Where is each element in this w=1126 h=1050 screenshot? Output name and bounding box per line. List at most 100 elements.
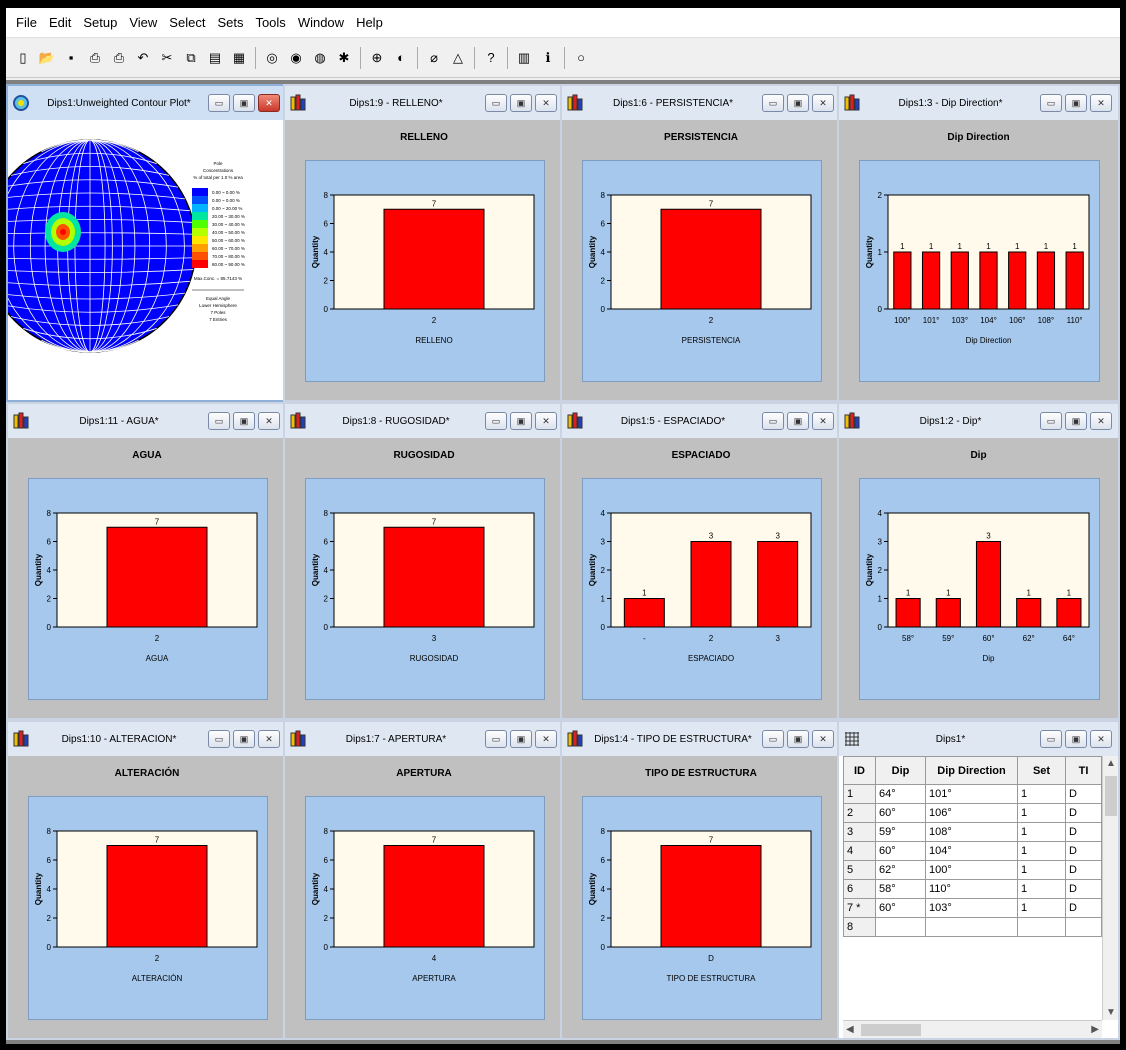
column-header[interactable]: Set xyxy=(1017,756,1066,785)
undo-icon[interactable]: ↶ xyxy=(132,47,154,69)
bar[interactable] xyxy=(623,598,665,628)
stereonet-plot[interactable]: Pole Concentrations % of total per 1.0 % a… xyxy=(0,120,286,400)
grid-cell[interactable]: 1 xyxy=(1017,784,1066,804)
info-icon[interactable]: ℹ xyxy=(537,47,559,69)
minimize-button[interactable]: ▭ xyxy=(1040,412,1062,430)
bar[interactable] xyxy=(1056,598,1082,628)
window-titlebar[interactable]: Dips1:4 - TIPO DE ESTRUCTURA* ▭ ▣ ✕ xyxy=(562,722,840,756)
bar[interactable] xyxy=(950,251,969,310)
bar[interactable] xyxy=(690,541,732,628)
cut-icon[interactable]: ✂ xyxy=(156,47,178,69)
grid-cell[interactable] xyxy=(925,917,1018,937)
maximize-button[interactable]: ▣ xyxy=(787,412,809,430)
grid-cell[interactable]: D xyxy=(1065,879,1102,899)
grid-cell[interactable]: 1 xyxy=(1017,841,1066,861)
menu-file[interactable]: File xyxy=(10,15,43,30)
grid-cell[interactable]: 60° xyxy=(875,898,926,918)
grid-cell[interactable]: D xyxy=(1065,803,1102,823)
print-icon[interactable]: ⎙ xyxy=(108,47,130,69)
window-titlebar[interactable]: Dips1* ▭ ▣ ✕ xyxy=(839,722,1118,756)
menu-edit[interactable]: Edit xyxy=(43,15,77,30)
vertical-scrollbar[interactable]: ▲ ▼ xyxy=(1102,756,1118,1020)
bar[interactable] xyxy=(106,526,208,628)
minimize-button[interactable]: ▭ xyxy=(485,94,507,112)
menu-window[interactable]: Window xyxy=(292,15,350,30)
contour-plot-icon[interactable]: ◍ xyxy=(309,47,331,69)
close-button[interactable]: ✕ xyxy=(535,94,557,112)
maximize-button[interactable]: ▣ xyxy=(1065,412,1087,430)
grid-cell[interactable]: D xyxy=(1065,860,1102,880)
bar[interactable] xyxy=(1016,598,1042,628)
grid-cell[interactable]: 1 xyxy=(1017,879,1066,899)
bar[interactable] xyxy=(757,541,799,628)
minimize-button[interactable]: ▭ xyxy=(485,730,507,748)
window-titlebar[interactable]: Dips1:Unweighted Contour Plot* ▭ ▣ ✕ xyxy=(8,86,286,120)
grid-cell[interactable] xyxy=(1065,917,1102,937)
grid-cell[interactable]: 59° xyxy=(875,822,926,842)
column-header[interactable]: Dip Direction xyxy=(925,756,1018,785)
grid-cell[interactable]: 103° xyxy=(925,898,1018,918)
scroll-up-icon[interactable]: ▲ xyxy=(1106,758,1116,769)
scrollbar-thumb[interactable] xyxy=(1105,776,1117,816)
chart-icon[interactable]: ▥ xyxy=(513,47,535,69)
minimize-button[interactable]: ▭ xyxy=(208,730,230,748)
grid-cell[interactable] xyxy=(1017,917,1066,937)
bar[interactable] xyxy=(893,251,912,310)
close-button[interactable]: ✕ xyxy=(258,730,280,748)
maximize-button[interactable]: ▣ xyxy=(787,730,809,748)
grid-cell[interactable]: 100° xyxy=(925,860,1018,880)
new-file-icon[interactable]: ▯ xyxy=(12,47,34,69)
grid-cell[interactable]: 108° xyxy=(925,822,1018,842)
set-window-icon[interactable]: ◐ xyxy=(390,47,412,69)
column-header[interactable]: ID xyxy=(843,756,876,785)
bar[interactable] xyxy=(921,251,941,310)
bar[interactable] xyxy=(935,598,961,628)
row-header-cell[interactable]: 4 xyxy=(843,841,876,861)
bar[interactable] xyxy=(383,845,485,948)
minimize-button[interactable]: ▭ xyxy=(208,412,230,430)
window-titlebar[interactable]: Dips1:2 - Dip* ▭ ▣ ✕ xyxy=(839,404,1118,438)
pole-plot-icon[interactable]: ◎ xyxy=(261,47,283,69)
menu-view[interactable]: View xyxy=(123,15,163,30)
query-icon[interactable]: ? xyxy=(480,47,502,69)
grid-cell[interactable]: 1 xyxy=(1017,803,1066,823)
maximize-button[interactable]: ▣ xyxy=(510,412,532,430)
window-titlebar[interactable]: Dips1:3 - Dip Direction* ▭ ▣ ✕ xyxy=(839,86,1118,120)
column-header[interactable]: TI xyxy=(1065,756,1102,785)
column-header[interactable]: Dip xyxy=(875,756,926,785)
window-titlebar[interactable]: Dips1:9 - RELLENO* ▭ ▣ ✕ xyxy=(285,86,563,120)
scroll-right-icon[interactable]: ▶ xyxy=(1091,1024,1099,1035)
menu-sets[interactable]: Sets xyxy=(211,15,249,30)
maximize-button[interactable]: ▣ xyxy=(510,730,532,748)
open-icon[interactable]: 📂 xyxy=(36,47,58,69)
bar[interactable] xyxy=(979,251,998,310)
maximize-button[interactable]: ▣ xyxy=(510,94,532,112)
close-button[interactable]: ✕ xyxy=(535,412,557,430)
grid-cell[interactable]: D xyxy=(1065,784,1102,804)
minimize-button[interactable]: ▭ xyxy=(762,94,784,112)
grid-cell[interactable]: 1 xyxy=(1017,898,1066,918)
scrollbar-thumb[interactable] xyxy=(861,1024,921,1036)
close-button[interactable]: ✕ xyxy=(812,94,834,112)
maximize-button[interactable]: ▣ xyxy=(1065,730,1087,748)
bar[interactable] xyxy=(1008,251,1027,310)
bar[interactable] xyxy=(660,208,762,310)
close-button[interactable]: ✕ xyxy=(812,730,834,748)
row-header-cell[interactable]: 6 xyxy=(843,879,876,899)
minimize-button[interactable]: ▭ xyxy=(1040,94,1062,112)
window-titlebar[interactable]: Dips1:5 - ESPACIADO* ▭ ▣ ✕ xyxy=(562,404,840,438)
grid-cell[interactable] xyxy=(875,917,926,937)
menu-help[interactable]: Help xyxy=(350,15,389,30)
horizontal-scrollbar[interactable]: ◀ ▶ xyxy=(843,1020,1102,1038)
grid-cell[interactable]: 58° xyxy=(875,879,926,899)
copy-icon[interactable]: ⧉ xyxy=(180,47,202,69)
window-titlebar[interactable]: Dips1:7 - APERTURA* ▭ ▣ ✕ xyxy=(285,722,563,756)
maximize-button[interactable]: ▣ xyxy=(233,94,255,112)
grid-cell[interactable]: 104° xyxy=(925,841,1018,861)
close-button[interactable]: ✕ xyxy=(812,412,834,430)
grid-cell[interactable]: D xyxy=(1065,822,1102,842)
bar[interactable] xyxy=(106,845,208,948)
window-titlebar[interactable]: Dips1:11 - AGUA* ▭ ▣ ✕ xyxy=(8,404,286,438)
grid-cell[interactable]: D xyxy=(1065,898,1102,918)
bar[interactable] xyxy=(1036,251,1056,310)
